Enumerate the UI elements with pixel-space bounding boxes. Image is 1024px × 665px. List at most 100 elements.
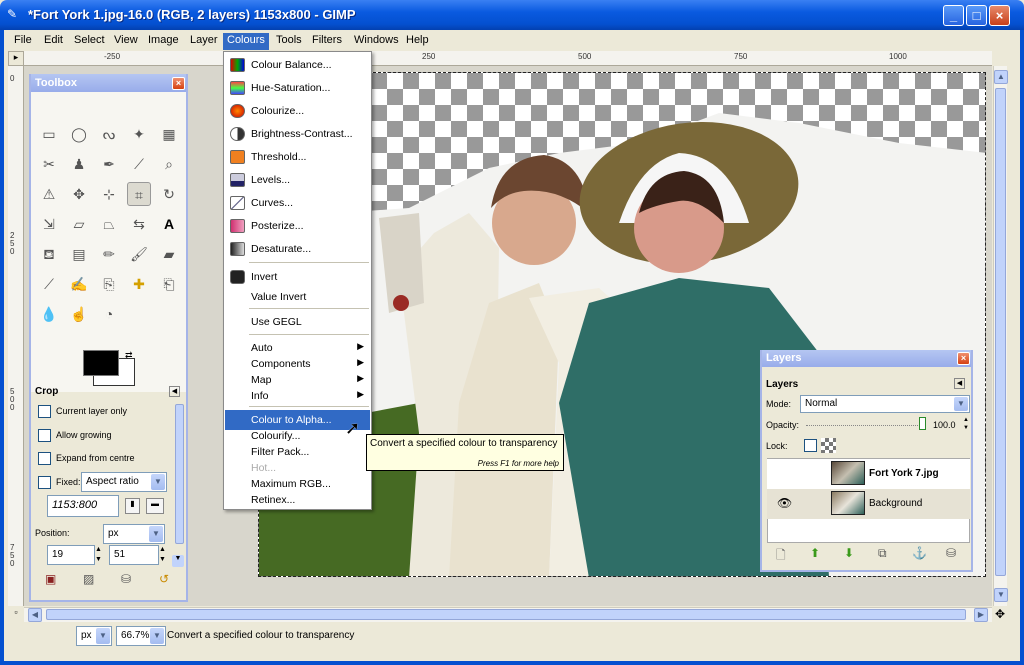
heal-icon[interactable]: ✚ bbox=[127, 272, 151, 296]
color-picker-icon[interactable]: ⟋ bbox=[127, 152, 151, 176]
menu-item-curves[interactable]: Curves... bbox=[225, 193, 370, 213]
scroll-up-icon[interactable]: ▲ bbox=[994, 70, 1008, 84]
fixed-checkbox[interactable] bbox=[38, 476, 51, 489]
delete-layer-icon[interactable]: ⛁ bbox=[946, 546, 956, 560]
menu-item-threshold[interactable]: Threshold... bbox=[225, 147, 370, 167]
menu-item-colour-balance[interactable]: Colour Balance... bbox=[225, 55, 370, 75]
layers-menu-icon[interactable]: ◀ bbox=[954, 378, 965, 389]
menu-colours[interactable]: Colours bbox=[223, 33, 269, 50]
lock-pixels-checkbox[interactable] bbox=[804, 439, 817, 452]
scroll-down-icon[interactable]: ▼ bbox=[172, 555, 184, 567]
menu-image[interactable]: Image bbox=[144, 33, 183, 50]
opacity-spinner[interactable]: ▲ ▼ bbox=[963, 416, 969, 432]
menu-edit[interactable]: Edit bbox=[40, 33, 67, 50]
menu-item-levels[interactable]: Levels... bbox=[225, 170, 370, 190]
scroll-left-icon[interactable]: ◀ bbox=[28, 608, 42, 622]
close-icon[interactable]: × bbox=[957, 352, 970, 365]
foreground-color-swatch[interactable] bbox=[83, 350, 119, 376]
unit-select[interactable]: px ▼ bbox=[76, 626, 112, 646]
menu-item-brightness-contrast[interactable]: Brightness-Contrast... bbox=[225, 124, 370, 144]
opacity-slider-handle[interactable] bbox=[919, 417, 926, 430]
horizontal-scrollbar[interactable]: ◀ ▶ bbox=[24, 607, 992, 622]
tool-options-menu-icon[interactable]: ◀ bbox=[169, 386, 180, 397]
menu-tools[interactable]: Tools bbox=[272, 33, 306, 50]
menu-view[interactable]: View bbox=[110, 33, 142, 50]
layers-dialog[interactable]: Layers × Layers ◀ Mode: Normal ▼ Opacity:… bbox=[760, 350, 973, 572]
close-button[interactable]: × bbox=[989, 5, 1010, 26]
paths-icon[interactable]: ✒ bbox=[97, 152, 121, 176]
close-icon[interactable]: × bbox=[172, 77, 185, 90]
menu-item-value-invert[interactable]: Value Invert bbox=[225, 287, 370, 307]
layer-row[interactable]: 👁 Background bbox=[767, 489, 970, 519]
rotate-icon[interactable]: ↻ bbox=[157, 182, 181, 206]
paintbrush-icon[interactable]: 🖌 bbox=[127, 242, 151, 266]
fuzzy-select-icon[interactable]: ✦ bbox=[127, 122, 151, 146]
measure-icon[interactable]: ⚠ bbox=[37, 182, 61, 206]
dodge-burn-icon[interactable]: ◔ bbox=[97, 302, 121, 326]
allow-growing-checkbox[interactable] bbox=[38, 429, 51, 442]
vertical-scroll-thumb[interactable] bbox=[995, 88, 1006, 576]
toolbox-window[interactable]: Toolbox × ▭ ◯ ᔓ ✦ ▦ ✂ ♟ ✒ ⟋ ⌕ ⚠ ✥ ⊹ ⌗ ↻ … bbox=[29, 74, 188, 602]
perspective-icon[interactable]: ⏢ bbox=[97, 212, 121, 236]
layer-row[interactable]: Fort York 7.jpg bbox=[767, 459, 970, 489]
quick-mask-toggle[interactable]: ▫ bbox=[8, 607, 24, 622]
menu-item-colourize[interactable]: Colourize... bbox=[225, 101, 370, 121]
ellipse-select-icon[interactable]: ◯ bbox=[67, 122, 91, 146]
color-select-icon[interactable]: ▦ bbox=[157, 122, 181, 146]
menu-select[interactable]: Select bbox=[70, 33, 109, 50]
airbrush-icon[interactable]: ⟋ bbox=[37, 272, 61, 296]
vertical-ruler[interactable]: 0 250 500 750 bbox=[8, 66, 24, 606]
align-icon[interactable]: ⊹ bbox=[97, 182, 121, 206]
smudge-icon[interactable]: ☝ bbox=[67, 302, 91, 326]
perspective-clone-icon[interactable]: ⎗ bbox=[157, 272, 181, 296]
opacity-value[interactable]: 100.0 bbox=[933, 420, 956, 430]
flip-icon[interactable]: ⇆ bbox=[127, 212, 151, 236]
portrait-icon[interactable]: ▮ bbox=[125, 498, 140, 514]
shear-icon[interactable]: ▱ bbox=[67, 212, 91, 236]
menu-windows[interactable]: Windows bbox=[350, 33, 403, 50]
crop-icon[interactable]: ⌗ bbox=[127, 182, 151, 206]
menu-filters[interactable]: Filters bbox=[308, 33, 346, 50]
raise-layer-icon[interactable]: ⬆ bbox=[810, 546, 820, 560]
scroll-right-icon[interactable]: ▶ bbox=[974, 608, 988, 622]
ratio-input[interactable]: 1153:800 bbox=[47, 495, 119, 517]
scissors-icon[interactable]: ✂ bbox=[37, 152, 61, 176]
fixed-mode-select[interactable]: Aspect ratio ▼ bbox=[81, 472, 167, 492]
foreground-select-icon[interactable]: ♟ bbox=[67, 152, 91, 176]
swap-colors-icon[interactable]: ⇄ bbox=[125, 350, 133, 361]
rect-select-icon[interactable]: ▭ bbox=[37, 122, 61, 146]
lock-alpha-icon[interactable] bbox=[821, 438, 836, 453]
scroll-down-icon[interactable]: ▼ bbox=[994, 588, 1008, 602]
menu-item-retinex[interactable]: Retinex... bbox=[225, 490, 370, 510]
minimize-button[interactable]: _ bbox=[943, 5, 964, 26]
save-options-icon[interactable]: ▣ bbox=[45, 572, 56, 586]
blend-icon[interactable]: ▤ bbox=[67, 242, 91, 266]
layer-name[interactable]: Background bbox=[869, 498, 922, 509]
maximize-button[interactable]: □ bbox=[966, 5, 987, 26]
layer-name[interactable]: Fort York 7.jpg bbox=[869, 468, 939, 479]
expand-from-centre-checkbox[interactable] bbox=[38, 452, 51, 465]
menu-item-use-gegl[interactable]: Use GEGL bbox=[225, 312, 370, 332]
position-unit-select[interactable]: px ▼ bbox=[103, 524, 165, 544]
delete-options-icon[interactable]: ⛁ bbox=[121, 572, 131, 586]
menu-file[interactable]: File bbox=[10, 33, 36, 50]
window-titlebar[interactable]: ✎ *Fort York 1.jpg-16.0 (RGB, 2 layers) … bbox=[0, 0, 1024, 30]
menu-arrow-button[interactable]: ▸ bbox=[8, 51, 24, 66]
horizontal-ruler[interactable]: -250 0 250 500 750 1000 bbox=[24, 51, 992, 66]
move-icon[interactable]: ✥ bbox=[67, 182, 91, 206]
menu-layer[interactable]: Layer bbox=[186, 33, 222, 50]
reset-options-icon[interactable]: ↺ bbox=[159, 572, 169, 586]
menu-item-hue-saturation[interactable]: Hue-Saturation... bbox=[225, 78, 370, 98]
horizontal-scroll-thumb[interactable] bbox=[46, 609, 966, 620]
menu-item-desaturate[interactable]: Desaturate... bbox=[225, 239, 370, 259]
position-x-input[interactable]: 19 bbox=[47, 545, 95, 565]
duplicate-layer-icon[interactable]: ⧉ bbox=[878, 546, 887, 561]
clone-icon[interactable]: ⎘ bbox=[97, 272, 121, 296]
blur-icon[interactable]: 💧 bbox=[37, 302, 61, 326]
navigate-icon[interactable]: ✥ bbox=[993, 607, 1007, 622]
bucket-fill-icon[interactable]: ⛾ bbox=[37, 242, 61, 266]
new-layer-icon[interactable]: 🗋 bbox=[776, 546, 786, 567]
opacity-slider-track[interactable] bbox=[806, 425, 924, 426]
position-y-input[interactable]: 51 bbox=[109, 545, 159, 565]
zoom-icon[interactable]: ⌕ bbox=[157, 152, 181, 176]
